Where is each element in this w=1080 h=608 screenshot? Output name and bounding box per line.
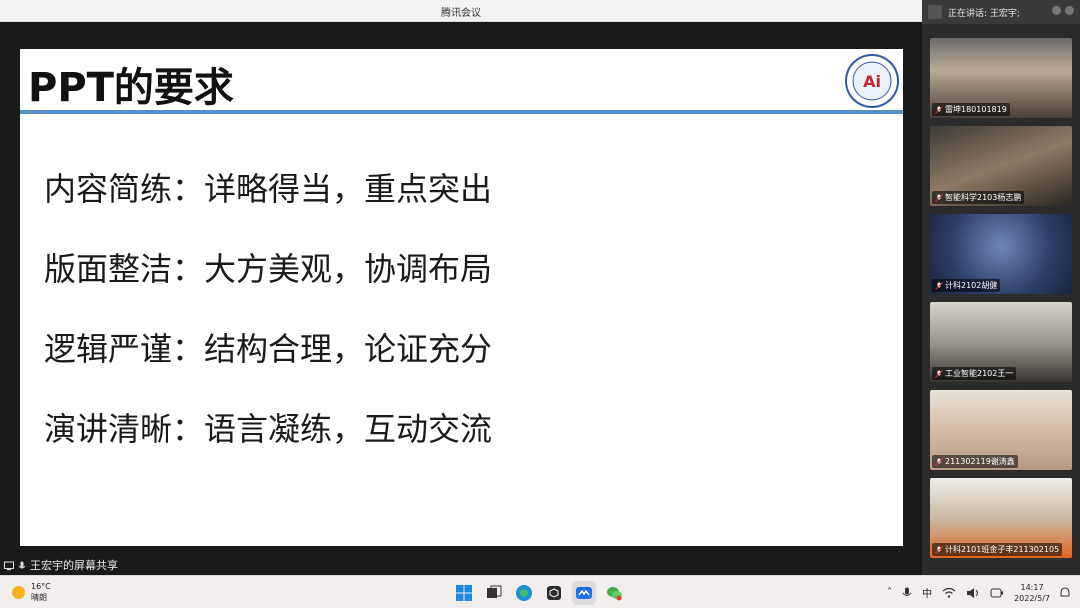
- participant-tile[interactable]: 雷坤180101819: [930, 38, 1072, 118]
- panel-control-icon[interactable]: [1052, 6, 1061, 15]
- speaking-label: 正在讲话: 王宏宇;: [948, 8, 1020, 19]
- clock-date: 2022/5/7: [1014, 593, 1050, 603]
- weather-widget[interactable]: 16°C 晴朗: [12, 581, 51, 603]
- participant-name-tag: 工业智能2102王一: [932, 367, 1017, 380]
- participant-name-tag: 计科2101班金子丰211302105: [932, 543, 1063, 556]
- start-menu-icon[interactable]: [452, 581, 476, 605]
- participant-name: 211302119谢涛鑫: [945, 457, 1015, 466]
- participant-name: 计科2102胡健: [945, 281, 998, 290]
- taskbar-apps: [452, 581, 626, 605]
- notification-icon[interactable]: [1060, 586, 1070, 599]
- screen: 腾讯会议 PPT的要求 Ai 内容简练：详略得当，重点突出 版面整洁：大方美观，…: [0, 0, 1080, 608]
- screen-share-icon: [4, 561, 14, 570]
- windows-taskbar: 16°C 晴朗 ˄ 中 14:17 2022/5/7: [0, 575, 1080, 608]
- system-tray: ˄ 中 14:17 2022/5/7: [887, 576, 1080, 608]
- participant-name: 智能科学2103杨志鹏: [945, 193, 1022, 202]
- participant-tile[interactable]: 计科2101班金子丰211302105: [930, 478, 1072, 558]
- participant-name: 工业智能2102王一: [945, 369, 1014, 378]
- wifi-icon[interactable]: [942, 587, 956, 599]
- shared-screen-area: PPT的要求 Ai 内容简练：详略得当，重点突出 版面整洁：大方美观，协调布局 …: [0, 22, 922, 556]
- wechat-icon[interactable]: [602, 581, 626, 605]
- university-logo-icon: Ai: [845, 54, 899, 108]
- share-caption-text: 王宏宇的屏幕共享: [30, 559, 118, 572]
- participant-name: 计科2101班金子丰211302105: [945, 545, 1060, 554]
- speaking-indicator: 正在讲话: 王宏宇;: [922, 0, 1080, 24]
- svg-text:Ai: Ai: [863, 72, 881, 91]
- participant-name-tag: 计科2102胡健: [932, 279, 1001, 292]
- microphone-muted-icon: [935, 545, 943, 554]
- slide-accent-line: [20, 110, 903, 114]
- microphone-muted-icon: [935, 457, 943, 466]
- task-view-icon[interactable]: [482, 581, 506, 605]
- speaker-icon[interactable]: [966, 587, 980, 599]
- panel-controls[interactable]: [1052, 6, 1074, 15]
- bullet-item: 逻辑严谨：结构合理，论证充分: [44, 330, 493, 368]
- bullet-item: 演讲清晰：语言凝练，互动交流: [44, 410, 493, 448]
- system-clock[interactable]: 14:17 2022/5/7: [1014, 582, 1050, 604]
- ime-indicator[interactable]: 中: [922, 585, 932, 600]
- meeting-title-bar: 腾讯会议: [0, 0, 922, 22]
- microphone-muted-icon: [935, 193, 943, 202]
- participant-name: 雷坤180101819: [945, 105, 1007, 114]
- edge-browser-icon[interactable]: [512, 581, 536, 605]
- app-cube-icon[interactable]: [542, 581, 566, 605]
- participant-tile[interactable]: 211302119谢涛鑫: [930, 390, 1072, 470]
- participant-tile[interactable]: 智能科学2103杨志鹏: [930, 126, 1072, 206]
- participant-name-tag: 智能科学2103杨志鹏: [932, 191, 1025, 204]
- chevron-up-icon[interactable]: ˄: [887, 587, 892, 598]
- microphone-muted-icon: [935, 369, 943, 378]
- participant-name-tag: 雷坤180101819: [932, 103, 1010, 116]
- bullet-list: 内容简练：详略得当，重点突出 版面整洁：大方美观，协调布局 逻辑严谨：结构合理，…: [44, 169, 492, 489]
- screen-share-caption: 王宏宇的屏幕共享: [0, 556, 922, 575]
- panel-control-icon[interactable]: [1065, 6, 1074, 15]
- participant-panel: 正在讲话: 王宏宇; 雷坤180101819 智能科学2103杨志鹏 计科210…: [922, 0, 1080, 575]
- slide-title: PPT的要求: [28, 65, 234, 111]
- bullet-item: 内容简练：详略得当，重点突出: [44, 170, 493, 208]
- microphone-icon[interactable]: [902, 587, 912, 599]
- microphone-muted-icon: [935, 105, 943, 114]
- microphone-icon: [18, 561, 26, 568]
- clock-time: 14:17: [1020, 582, 1044, 592]
- microphone-muted-icon: [935, 281, 943, 290]
- participant-tile[interactable]: 计科2102胡健: [930, 214, 1072, 294]
- participant-name-tag: 211302119谢涛鑫: [932, 455, 1018, 468]
- speaker-avatar: [928, 5, 942, 19]
- bullet-item: 版面整洁：大方美观，协调布局: [44, 250, 493, 288]
- weather-temperature: 16°C: [31, 582, 51, 591]
- tencent-meeting-icon[interactable]: [572, 581, 596, 605]
- window-title: 腾讯会议: [441, 8, 481, 19]
- network-bluetooth-icon[interactable]: [990, 587, 1004, 599]
- participant-tile[interactable]: 工业智能2102王一: [930, 302, 1072, 382]
- sun-icon: [12, 585, 25, 599]
- presentation-slide: PPT的要求 Ai 内容简练：详略得当，重点突出 版面整洁：大方美观，协调布局 …: [20, 49, 903, 546]
- weather-description: 晴朗: [31, 593, 47, 602]
